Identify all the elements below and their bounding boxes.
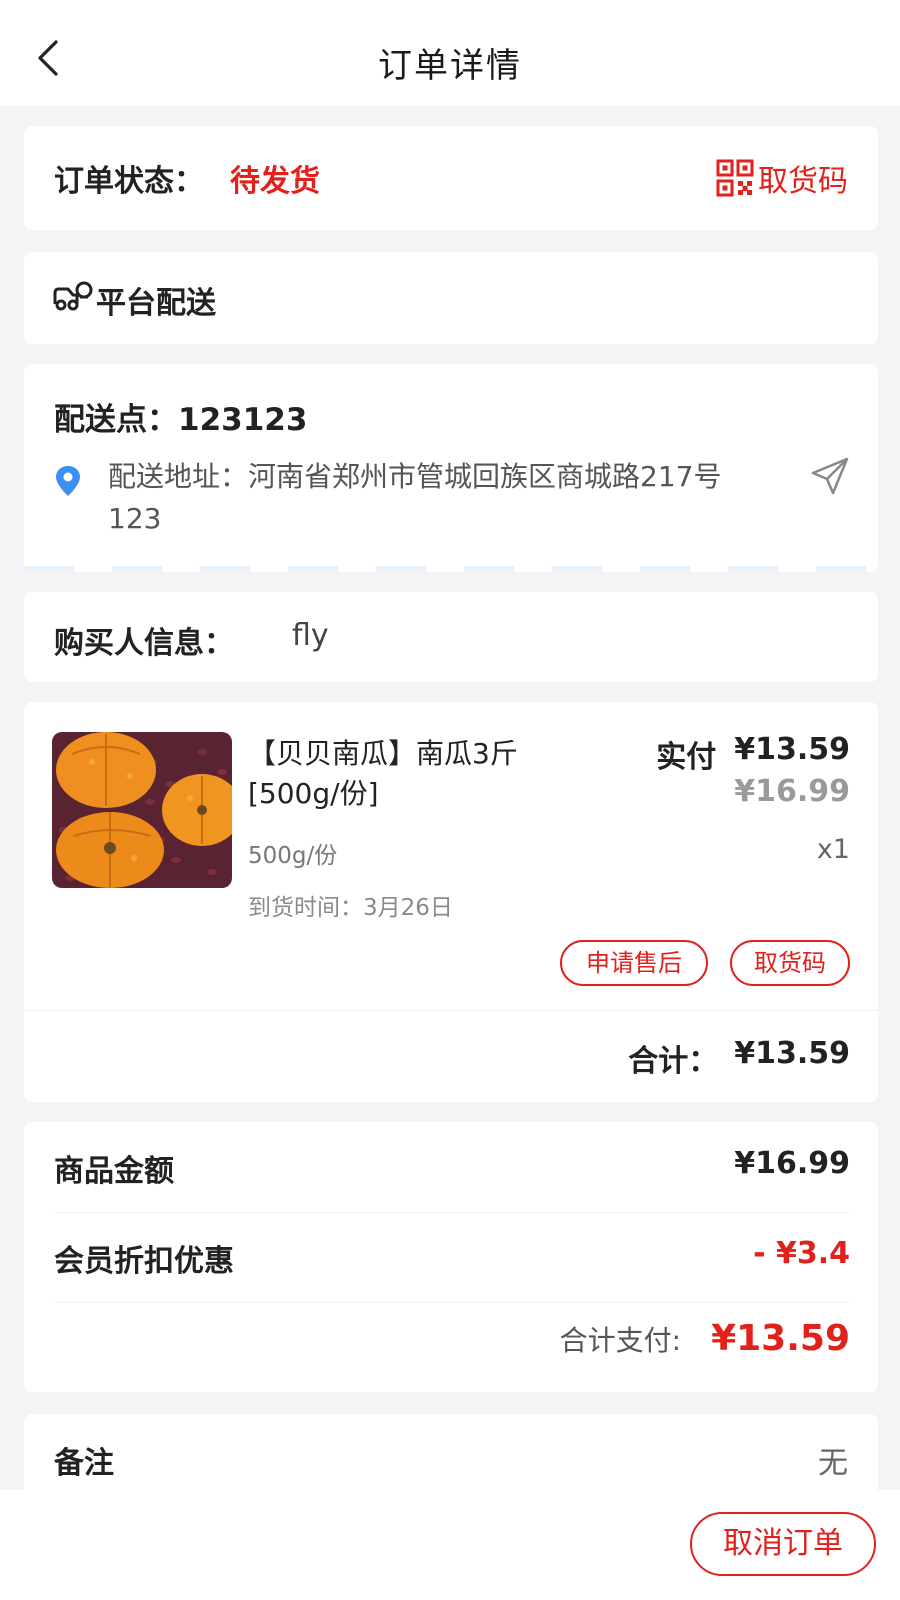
remark-value: 无 xyxy=(818,1446,848,1481)
cancel-order-button[interactable]: 取消订单 xyxy=(690,1512,876,1576)
delivery-method-card: 平台配送 xyxy=(24,252,878,344)
after-sale-button[interactable]: 申请售后 xyxy=(560,940,708,986)
bottom-action-bar: 取消订单 xyxy=(0,1490,900,1600)
goods-amount-label: 商品金额 xyxy=(54,1154,174,1189)
member-discount-label: 会员折扣优惠 xyxy=(54,1244,234,1279)
delivery-point: 配送点：123123 xyxy=(54,394,307,439)
buyer-info-label: 购买人信息： xyxy=(54,626,234,661)
address-decor-stripe xyxy=(24,566,878,572)
remark-label: 备注 xyxy=(54,1446,114,1481)
product-quantity: x1 xyxy=(816,834,850,865)
arrival-time-value: 3月26日 xyxy=(363,895,453,921)
delivery-truck-icon xyxy=(53,281,93,311)
delivery-method-label: 平台配送 xyxy=(96,286,216,321)
member-discount-value: - ¥3.4 xyxy=(753,1236,850,1271)
qr-code-icon xyxy=(716,159,754,197)
product-image[interactable] xyxy=(52,732,232,888)
pay-total: 合计支付: ¥13.59 xyxy=(560,1318,850,1359)
product-pickup-code-button[interactable]: 取货码 xyxy=(730,940,850,986)
paid-price-label: 实付 xyxy=(656,740,717,775)
paid-price: 实付 ¥13.59 xyxy=(656,732,850,776)
member-discount-row: 会员折扣优惠 - ¥3.4 xyxy=(54,1212,850,1302)
pickup-code-label: 取货码 xyxy=(758,164,848,199)
original-price: ¥16.99 xyxy=(734,774,850,809)
delivery-address-text: 配送地址：河南省郑州市管城回族区商城路217号123 xyxy=(108,460,722,535)
pay-total-value: ¥13.59 xyxy=(711,1318,850,1359)
location-pin-icon xyxy=(56,466,80,496)
summary-divider xyxy=(54,1302,850,1303)
order-status-card: 订单状态： 待发货 取货码 xyxy=(24,126,878,230)
product-divider xyxy=(24,1010,878,1011)
delivery-address-card: 配送点：123123 配送地址：河南省郑州市管城回族区商城路217号123 xyxy=(24,364,878,572)
product-total-value: ¥13.59 xyxy=(734,1036,850,1071)
product-total: 合计： ¥13.59 xyxy=(628,1036,850,1080)
product-total-label: 合计： xyxy=(628,1044,719,1079)
page-title: 订单详情 xyxy=(378,46,522,86)
delivery-point-label: 配送点： xyxy=(54,402,178,438)
navigate-send-icon[interactable] xyxy=(810,456,850,496)
top-nav-bar: 订单详情 xyxy=(0,0,900,106)
arrival-time: 到货时间： 3月26日 xyxy=(248,888,453,922)
order-status-label: 订单状态： xyxy=(54,164,204,199)
paid-price-value: ¥13.59 xyxy=(734,732,850,767)
pay-total-label: 合计支付: xyxy=(559,1324,682,1357)
product-card: 【贝贝南瓜】南瓜3斤[500g/份] 实付 ¥13.59 ¥16.99 500g… xyxy=(24,702,878,1102)
buyer-info-value: fly xyxy=(292,618,329,653)
goods-amount-value: ¥16.99 xyxy=(734,1146,850,1181)
buyer-info-card: 购买人信息： fly xyxy=(24,592,878,682)
product-spec: 500g/份 xyxy=(248,843,338,869)
order-status-value: 待发货 xyxy=(230,164,320,199)
payment-summary-card: 商品金额 ¥16.99 会员折扣优惠 - ¥3.4 合计支付: ¥13.59 xyxy=(24,1122,878,1392)
delivery-point-value: 123123 xyxy=(178,402,308,438)
product-name[interactable]: 【贝贝南瓜】南瓜3斤[500g/份] xyxy=(248,734,598,814)
pickup-code-link[interactable]: 取货码 xyxy=(716,156,848,200)
arrival-time-label: 到货时间： xyxy=(248,895,363,921)
goods-amount-row: 商品金额 ¥16.99 xyxy=(54,1122,850,1212)
